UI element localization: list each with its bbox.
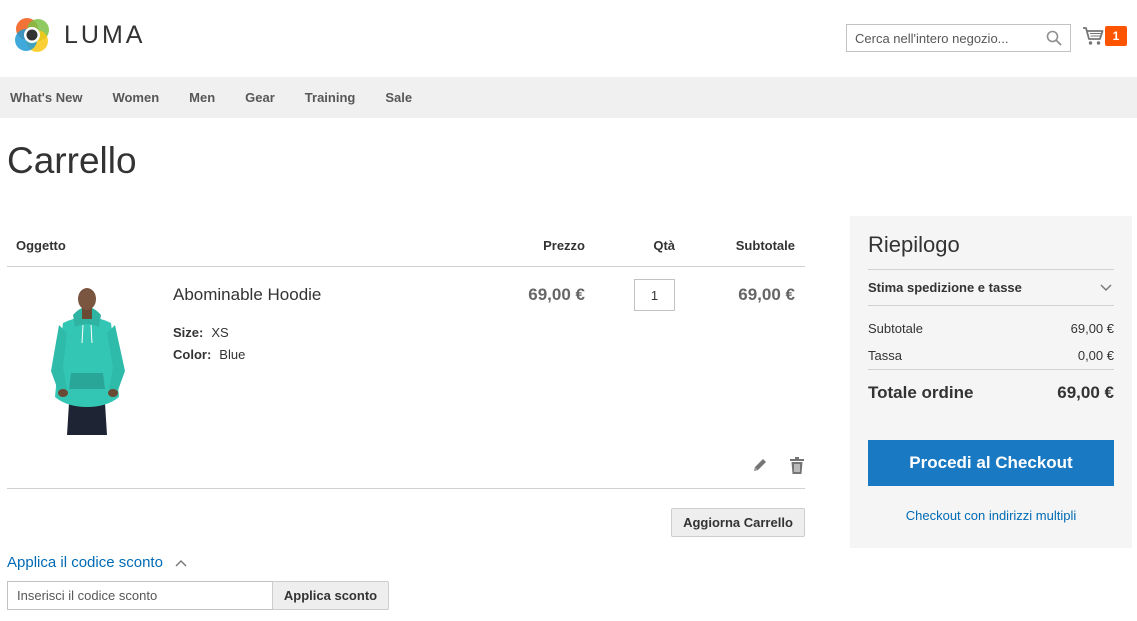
hoodie-product-image[interactable] [47, 285, 127, 435]
subtotal-label: Subtotale [868, 321, 923, 336]
subtotal-value: 69,00 € [1070, 321, 1114, 336]
tax-value: 0,00 € [1077, 348, 1114, 363]
summary-tax-line: Tassa 0,00 € [868, 348, 1114, 363]
item-price: 69,00 € [528, 285, 585, 304]
tax-label: Tassa [868, 348, 902, 363]
summary-total-line: Totale ordine 69,00 € [868, 383, 1114, 403]
cart-item-row: Abominable Hoodie Size: XS Color: Blue 69,… [7, 267, 805, 489]
trash-delete-icon[interactable] [789, 457, 805, 474]
minicart-button[interactable]: 1 [1082, 26, 1127, 46]
luma-logo[interactable]: LUMA [12, 15, 145, 55]
product-name-link[interactable]: Abominable Hoodie [173, 285, 321, 305]
nav-item-men[interactable]: Men [189, 90, 215, 105]
search-box [846, 24, 1071, 52]
nav-item-whats-new[interactable]: What's New [10, 90, 82, 105]
search-input[interactable] [847, 25, 1070, 51]
product-option-size: Size: XS [173, 325, 229, 340]
update-cart-button[interactable]: Aggiorna Carrello [671, 508, 805, 537]
product-option-color: Color: Blue [173, 347, 245, 362]
order-total-label: Totale ordine [868, 383, 974, 402]
column-header-item: Oggetto [16, 238, 66, 253]
proceed-to-checkout-button[interactable]: Procedi al Checkout [868, 440, 1114, 486]
nav-item-training[interactable]: Training [305, 90, 356, 105]
option-value: XS [211, 325, 229, 340]
nav-item-gear[interactable]: Gear [245, 90, 275, 105]
column-header-price: Prezzo [543, 238, 585, 253]
apply-discount-button[interactable]: Applica sconto [272, 581, 389, 610]
item-subtotal: 69,00 € [738, 285, 795, 304]
summary-subtotal-line: Subtotale 69,00 € [868, 321, 1114, 336]
discount-code-toggle[interactable]: Applica il codice sconto [7, 554, 187, 571]
order-total-value: 69,00 € [1057, 383, 1114, 402]
cart-table-header: Oggetto Prezzo Qtà Subtotale [7, 225, 805, 267]
cart-table: Oggetto Prezzo Qtà Subtotale Abominable … [7, 225, 805, 489]
main-navigation: What's New Women Men Gear Training Sale [0, 77, 1137, 118]
nav-item-women[interactable]: Women [112, 90, 159, 105]
summary-title: Riepilogo [868, 232, 960, 257]
summary-divider [868, 369, 1114, 370]
shopping-cart-icon [1083, 27, 1104, 45]
option-label: Size: [173, 325, 204, 340]
option-label: Color: [173, 347, 212, 362]
cart-count-badge: 1 [1105, 26, 1127, 46]
discount-code-input[interactable] [7, 581, 273, 610]
site-header: LUMA 1 [0, 0, 1137, 77]
page-title: Carrello [7, 140, 137, 181]
chevron-down-icon [1100, 284, 1112, 291]
qty-input[interactable] [634, 279, 675, 311]
multi-address-checkout-link[interactable]: Checkout con indirizzi multipli [850, 508, 1132, 523]
luma-logo-icon [15, 18, 49, 52]
column-header-subtotal: Subtotale [735, 238, 795, 253]
discount-toggle-label: Applica il codice sconto [7, 554, 163, 571]
order-summary: Riepilogo Stima spedizione e tasse Subto… [850, 216, 1132, 548]
estimate-shipping-toggle[interactable]: Stima spedizione e tasse [868, 269, 1114, 306]
nav-item-sale[interactable]: Sale [385, 90, 412, 105]
option-value: Blue [219, 347, 246, 362]
search-icon[interactable] [1046, 30, 1062, 46]
estimate-shipping-label: Stima spedizione e tasse [868, 280, 1022, 295]
pencil-edit-icon[interactable] [752, 457, 768, 473]
chevron-up-icon [175, 559, 187, 566]
column-header-qty: Qtà [653, 238, 675, 253]
brand-name: LUMA [64, 20, 146, 49]
